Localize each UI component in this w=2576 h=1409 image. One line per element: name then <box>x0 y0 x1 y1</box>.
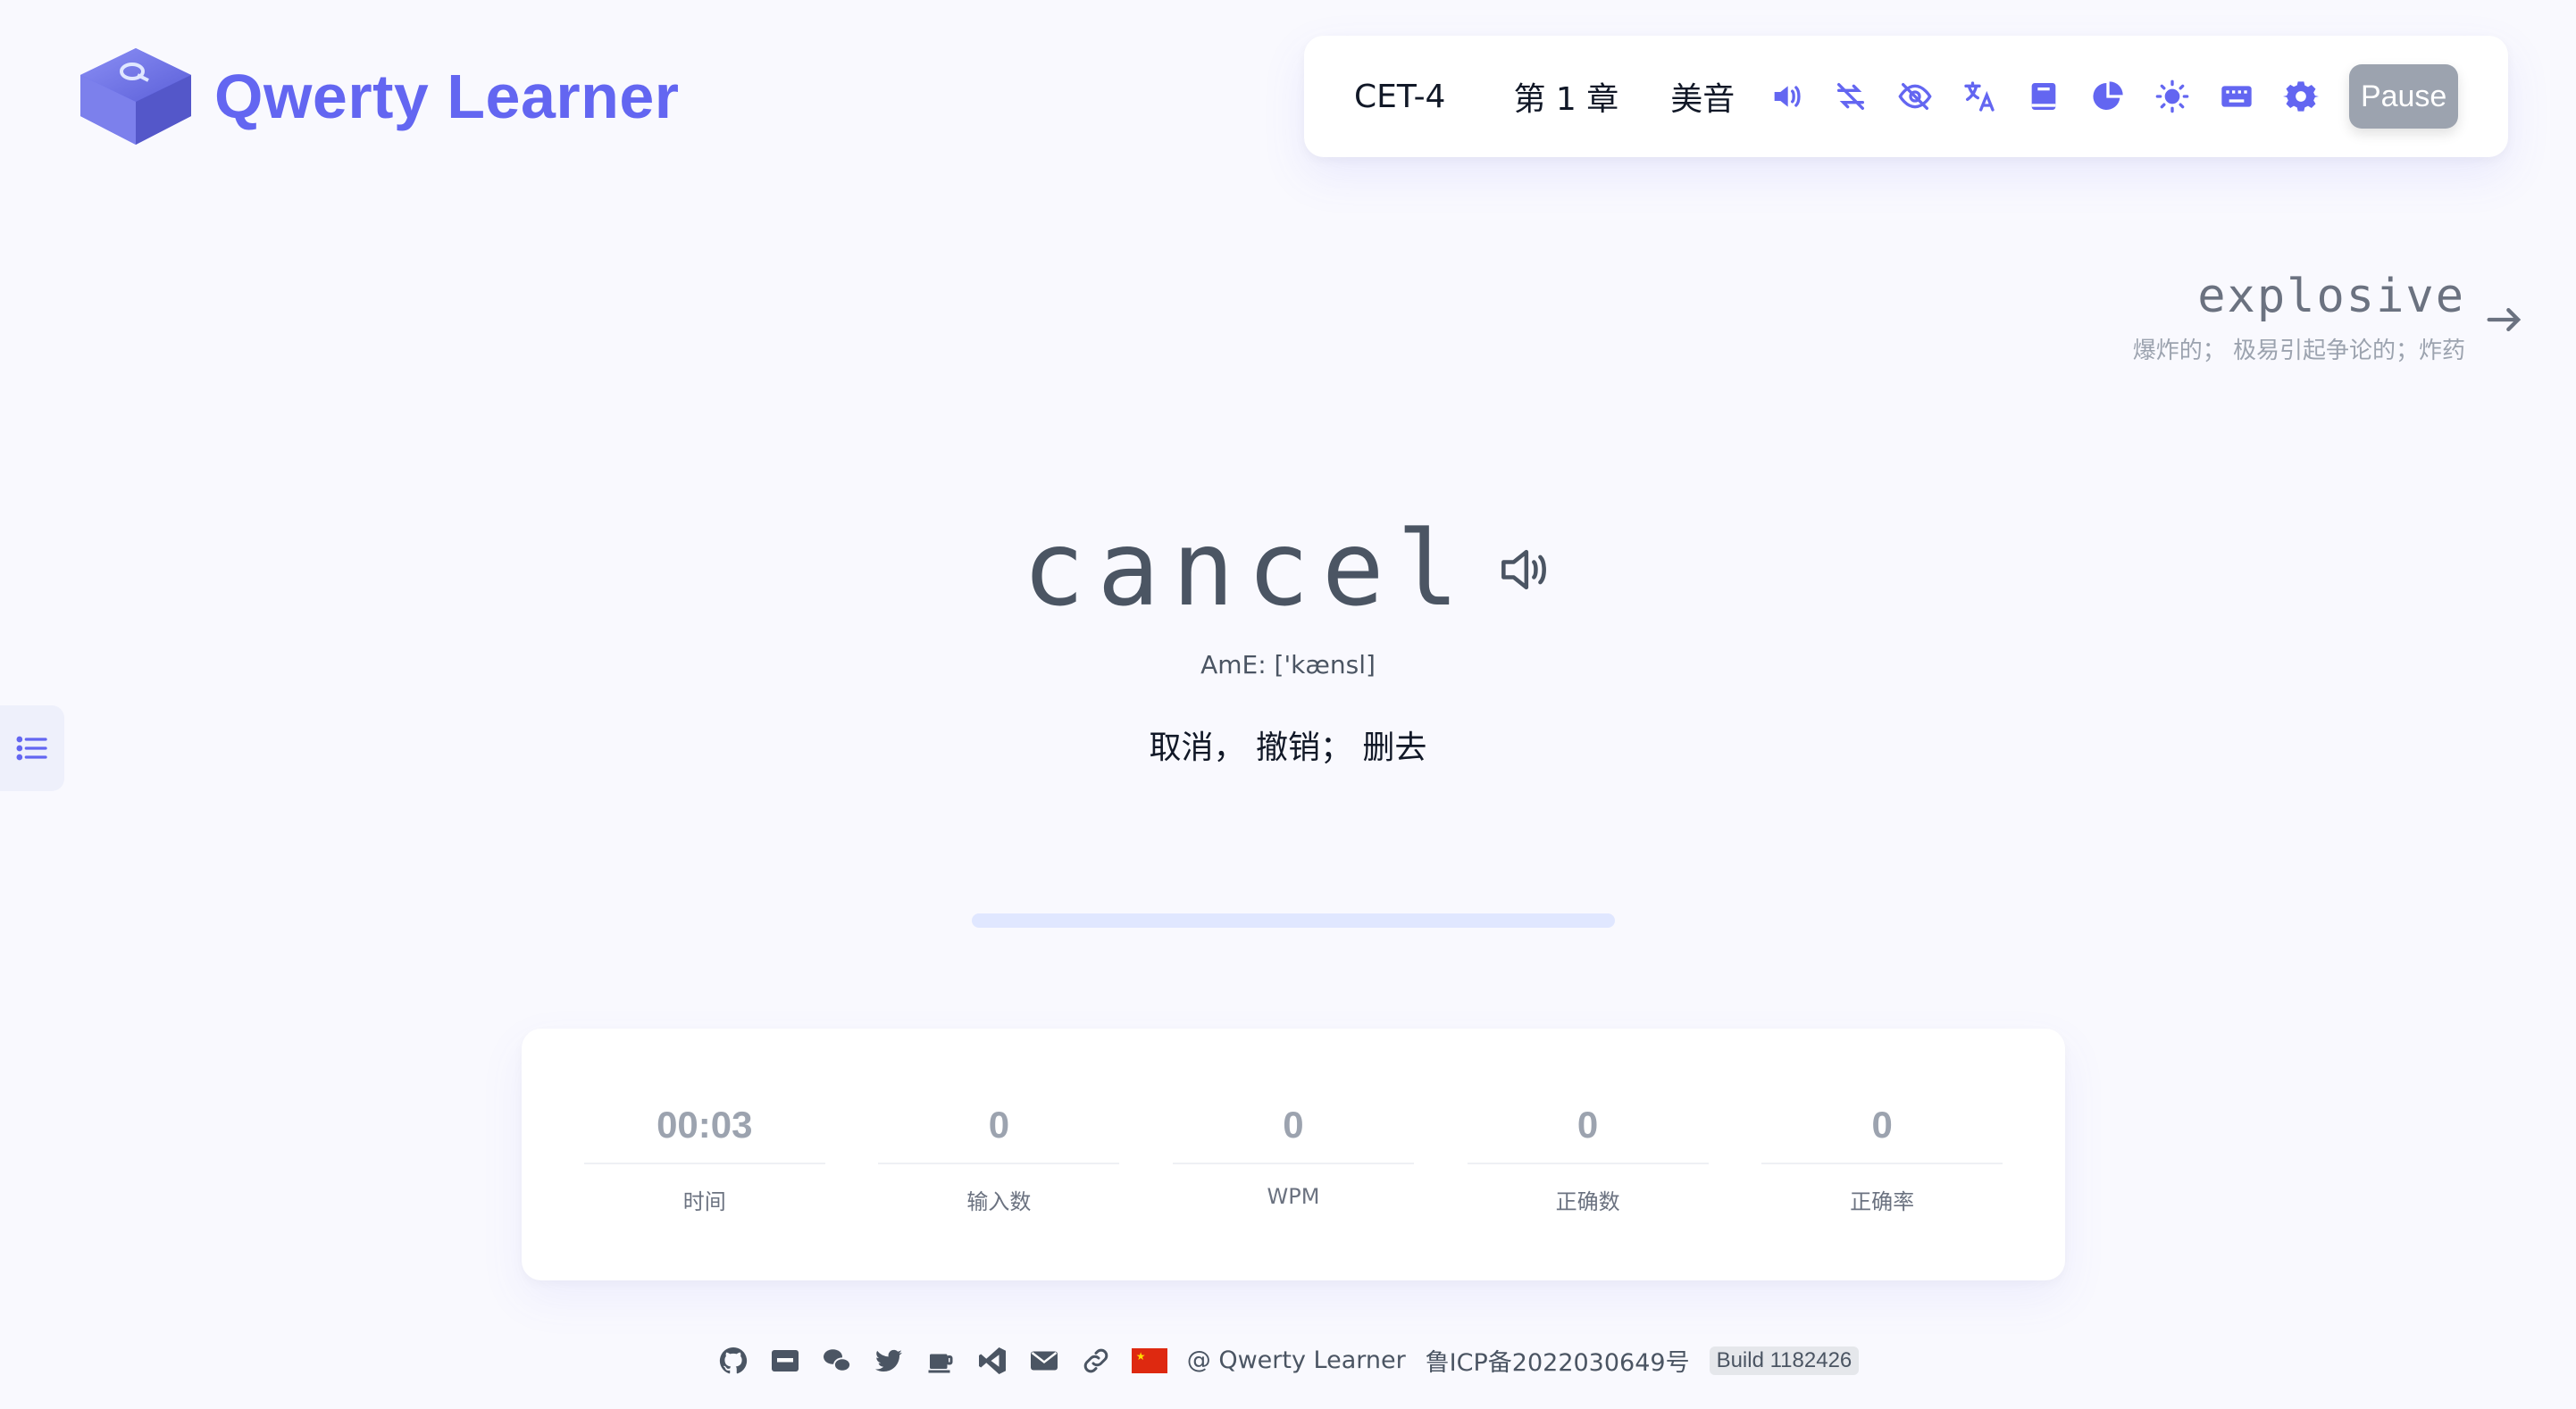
stat-correct-count: 0 正确数 <box>1467 1029 1709 1280</box>
dictionary-selector[interactable]: CET-4 <box>1354 79 1445 115</box>
stat-label: 正确数 <box>1555 1189 1620 1214</box>
current-word-area: cancel <box>0 518 2576 621</box>
link-icon[interactable] <box>1080 1345 1112 1377</box>
icp-link[interactable]: 鲁ICP备2022030649号 <box>1426 1343 1690 1378</box>
volume-icon[interactable] <box>1769 79 1804 114</box>
current-word: cancel <box>1022 509 1472 629</box>
word-translation: 取消， 撤销； 删去 <box>1149 730 1427 766</box>
app-logo[interactable]: Qwerty Learner <box>77 45 680 148</box>
phonetic: AmE: ['kænsl] <box>1200 650 1376 679</box>
mail-icon[interactable] <box>1028 1345 1060 1377</box>
keyboard-icon[interactable] <box>2219 79 2254 114</box>
stat-label: 输入数 <box>966 1189 1032 1214</box>
arrow-right-icon <box>2487 308 2522 331</box>
twitter-icon[interactable] <box>873 1345 905 1377</box>
next-word-text: explosive <box>2197 270 2465 323</box>
stat-value: 0 <box>1467 1104 1709 1164</box>
loop-icon[interactable] <box>1833 79 1869 114</box>
theme-icon[interactable] <box>2154 79 2190 114</box>
stat-value: 0 <box>1172 1104 1414 1164</box>
stat-value: 0 <box>1761 1104 2003 1164</box>
keycap-logo-icon <box>80 48 191 145</box>
wechat-icon[interactable] <box>821 1345 853 1377</box>
stat-time: 00:03 时间 <box>583 1029 825 1280</box>
stat-input-count: 0 输入数 <box>878 1029 1120 1280</box>
stat-value: 0 <box>878 1104 1120 1164</box>
xiaohongshu-icon[interactable] <box>769 1345 801 1377</box>
stat-label: WPM <box>1267 1184 1320 1209</box>
next-word-translation: 爆炸的； 极易引起争论的；炸药 <box>2132 338 2465 364</box>
stats-panel: 00:03 时间 0 输入数 0 WPM 0 正确数 0 正确率 <box>522 1029 2065 1280</box>
settings-icon[interactable] <box>2283 79 2320 114</box>
stat-value: 00:03 <box>583 1104 825 1164</box>
dictation-book-icon[interactable] <box>2026 79 2062 114</box>
footer: ★ @ Qwerty Learner 鲁ICP备2022030649号 Buil… <box>0 1343 2576 1378</box>
toolbar: CET-4 第 1 章 美音 Pause <box>1304 36 2508 157</box>
stat-label: 正确率 <box>1850 1189 1915 1214</box>
stat-accuracy: 0 正确率 <box>1761 1029 2003 1280</box>
copyright-text[interactable]: @ Qwerty Learner <box>1187 1346 1406 1374</box>
app-name: Qwerty Learner <box>214 62 680 131</box>
chapter-selector[interactable]: 第 1 章 <box>1513 73 1618 120</box>
next-word-link[interactable]: explosive 爆炸的； 极易引起争论的；炸药 <box>2132 270 2522 365</box>
build-badge: Build 1182426 <box>1709 1346 1860 1375</box>
pause-button[interactable]: Pause <box>2349 64 2458 129</box>
china-flag-icon[interactable]: ★ <box>1131 1347 1167 1373</box>
stat-wpm: 0 WPM <box>1172 1029 1414 1280</box>
coffee-icon[interactable] <box>924 1345 957 1377</box>
vscode-icon[interactable] <box>976 1345 1008 1377</box>
hide-word-icon[interactable] <box>1897 79 1933 114</box>
chapter-progress-bar <box>972 913 1615 928</box>
stat-label: 时间 <box>682 1189 726 1214</box>
accent-selector[interactable]: 美音 <box>1670 73 1735 120</box>
github-icon[interactable] <box>717 1345 749 1377</box>
pronounce-speaker-icon[interactable] <box>1493 539 1554 600</box>
stats-icon[interactable] <box>2090 79 2126 114</box>
translation-icon[interactable] <box>1961 79 1997 114</box>
